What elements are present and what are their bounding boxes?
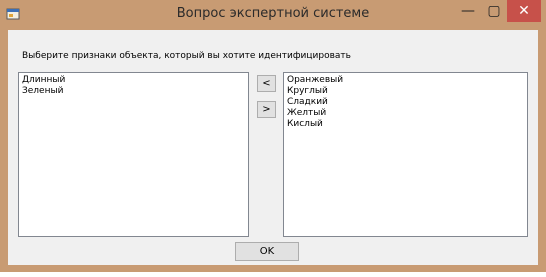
move-right-button[interactable]: > <box>257 101 276 118</box>
list-item[interactable]: Круглый <box>287 86 524 97</box>
list-item[interactable]: Длинный <box>22 75 245 86</box>
instruction-label: Выберите признаки объекта, который вы хо… <box>22 51 351 61</box>
list-item[interactable]: Оранжевый <box>287 75 524 86</box>
dialog-client-area: Выберите признаки объекта, который вы хо… <box>8 30 538 265</box>
minimize-icon: — <box>461 3 475 19</box>
maximize-button[interactable]: ▢ <box>481 0 507 22</box>
list-item[interactable]: Зеленый <box>22 86 245 97</box>
dialog-window: Вопрос экспертной системе — ▢ ✕ Выберите… <box>0 0 546 272</box>
list-item[interactable]: Желтый <box>287 108 524 119</box>
minimize-button[interactable]: — <box>455 0 481 22</box>
ok-button[interactable]: OK <box>235 242 299 261</box>
close-button[interactable]: ✕ <box>507 0 541 22</box>
available-features-listbox[interactable]: Длинный Зеленый <box>18 72 249 237</box>
close-icon: ✕ <box>518 3 530 19</box>
move-left-button[interactable]: < <box>257 75 276 92</box>
title-bar[interactable]: Вопрос экспертной системе — ▢ ✕ <box>0 0 546 30</box>
list-item[interactable]: Кислый <box>287 119 524 130</box>
selected-features-listbox[interactable]: Оранжевый Круглый Сладкий Желтый Кислый <box>283 72 528 237</box>
maximize-icon: ▢ <box>487 3 501 19</box>
list-item[interactable]: Сладкий <box>287 97 524 108</box>
